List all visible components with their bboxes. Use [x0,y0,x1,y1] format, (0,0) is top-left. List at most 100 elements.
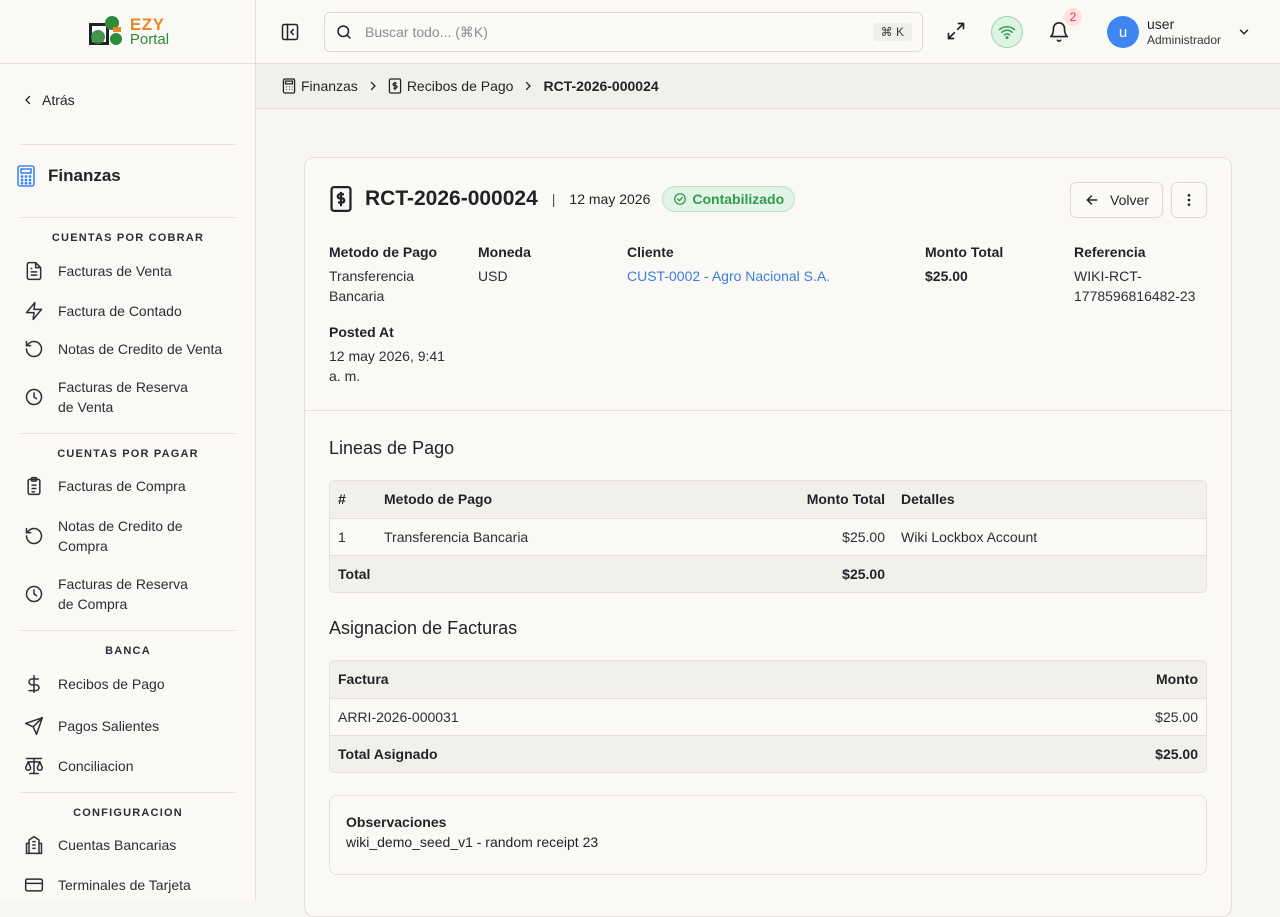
search-placeholder: Buscar todo... (⌘K) [365,23,488,40]
table-row: 1 Transferencia Bancaria $25.00 Wiki Loc… [330,518,1206,556]
sidebar-toggle-icon[interactable] [280,22,300,42]
check-circle-icon [673,192,687,206]
table-cell: Transferencia Bancaria [376,518,656,556]
sidebar-item-label: Facturas de Reserva de Venta [58,379,188,415]
breadcrumb-label: RCT-2026-000024 [543,78,659,94]
sidebar-item-label: Factura de Contado [58,303,182,319]
sidebar: EZY Portal Atrás Finanzas CUENTAS POR CO… [0,0,256,900]
zap-icon [24,301,44,321]
table-cell: Wiki Lockbox Account [893,518,1206,556]
sidebar-item-sales-invoices[interactable]: Facturas de Venta [24,261,234,281]
column-header: Monto Total [656,481,893,519]
breadcrumb-label: Recibos de Pago [406,78,514,94]
logo-icon [86,13,126,51]
table-header-row: Factura Monto [330,661,1206,699]
sidebar-item-label: Terminales de Tarjeta [58,877,191,893]
group-label-receivables: CUENTAS POR COBRAR [51,232,205,244]
sidebar-item-purchase-invoices[interactable]: Facturas de Compra [24,476,234,496]
sidebar-item-label: Notas de Credito de Venta [58,341,223,357]
field-total: Monto Total $25.00 [925,242,1003,286]
search-shortcut: ⌘ K [872,23,912,41]
group-label-payables: CUENTAS POR PAGAR [57,448,199,460]
receipt-card: RCT-2026-000024 | 12 may 2026 Contabiliz… [304,157,1232,917]
app-logo[interactable]: EZY Portal [86,13,169,51]
field-label: Posted At [329,324,394,340]
sidebar-item-reconciliation[interactable]: Conciliacion [24,756,234,776]
chevron-down-icon [1237,25,1251,39]
field-value: 1778596816482-23 [1074,288,1196,304]
sidebar-item-label: Facturas de Venta [58,263,172,279]
clock-icon [24,387,44,407]
breadcrumb: Finanzas Recibos de Pago RCT-2026-000024 [256,64,1280,109]
sidebar-item-label: Recibos de Pago [58,676,165,692]
divider [20,630,235,631]
back-button[interactable]: Volver [1070,182,1163,218]
field-value: 12 may 2026, 9:41 [329,348,445,364]
table-total-row: Total Asignado $25.00 [330,735,1206,772]
scale-icon [24,756,44,776]
field-label: Moneda [478,244,531,260]
sidebar-item-outgoing-payments[interactable]: Pagos Salientes [24,716,234,736]
logo-text-primary: EZY [129,14,165,34]
receipt-icon [329,186,353,212]
field-customer: Cliente CUST-0002 - Agro Nacional S.A. [627,242,830,286]
chevron-right-icon [522,80,534,92]
sidebar-section-title: Finanzas [16,165,121,187]
sidebar-item-sales-credit-notes[interactable]: Notas de Credito de Venta [24,339,234,359]
more-options-icon[interactable] [1171,182,1207,218]
allocations-table: Factura Monto ARRI-2026-000031 $25.00 To… [329,660,1207,773]
sidebar-item-sales-reserve-invoices[interactable]: Facturas de Reserva de Venta [24,377,194,417]
sidebar-item-bank-accounts[interactable]: Cuentas Bancarias [24,835,234,855]
back-link[interactable]: Atrás [22,92,75,108]
sidebar-item-label: Conciliacion [58,758,134,774]
field-value: WIKI-RCT- [1074,268,1142,284]
table-cell: ARRI-2026-000031 [330,698,943,736]
calculator-icon [282,78,296,94]
logo-area: EZY Portal [0,0,255,64]
arrow-left-icon [1084,192,1100,208]
bell-icon[interactable] [1048,21,1070,43]
group-label-configuration: CONFIGURACION [73,807,183,819]
notes-text: wiki_demo_seed_v1 - random receipt 23 [346,834,599,850]
search-input[interactable]: Buscar todo... (⌘K) ⌘ K [324,12,923,52]
column-header: Detalles [893,481,1206,519]
column-header: Monto [942,661,1206,699]
payment-lines-table: # Metodo de Pago Monto Total Detalles 1 … [329,480,1207,593]
table-row: ARRI-2026-000031 $25.00 [330,698,1206,736]
logo-text-secondary: Portal [129,30,170,48]
table-cell: $25.00 [942,698,1206,736]
table-cell [893,555,1206,592]
field-value: Transferencia [329,268,415,284]
breadcrumb-current: RCT-2026-000024 [543,78,658,94]
sidebar-item-cash-invoice[interactable]: Factura de Contado [24,301,234,321]
sidebar-item-purchase-credit-notes[interactable]: Notas de Credito de Compra [24,516,204,556]
group-label-banking: BANCA [105,645,151,657]
sidebar-item-card-terminals[interactable]: Terminales de Tarjeta [24,875,234,895]
breadcrumb-receipts[interactable]: Recibos de Pago [388,78,514,94]
table-total-row: Total $25.00 [330,555,1206,592]
receipt-header: RCT-2026-000024 | 12 may 2026 Contabiliz… [329,186,796,212]
customer-link[interactable]: CUST-0002 - Agro Nacional S.A. [627,266,830,286]
table-cell: $25.00 [656,518,893,556]
field-label: Metodo de Pago [329,244,438,260]
chevron-right-icon [367,80,379,92]
calculator-icon [16,165,36,187]
sidebar-item-payment-receipts[interactable]: Recibos de Pago [24,674,234,694]
divider [20,792,235,793]
sidebar-item-purchase-reserve-invoices[interactable]: Facturas de Reserva de Compra [24,574,194,614]
top-bar: Buscar todo... (⌘K) ⌘ K 2 u user Adminis… [256,0,1280,64]
divider [20,217,235,218]
table-cell: Total Asignado [330,735,943,772]
title-separator: | [551,191,556,207]
receipt-icon [388,78,402,94]
field-label: Monto Total [925,244,1004,260]
table-cell: $25.00 [942,735,1206,772]
breadcrumb-finanzas[interactable]: Finanzas [282,78,358,94]
fullscreen-icon[interactable] [946,21,966,41]
user-menu[interactable]: u user Administrador [1107,16,1251,48]
wifi-icon[interactable] [991,16,1023,48]
user-name: user [1147,16,1175,32]
field-label: Cliente [627,244,674,260]
rotate-ccw-icon [24,339,44,359]
field-posted-at: Posted At 12 may 2026, 9:41 a. m. [329,322,445,386]
